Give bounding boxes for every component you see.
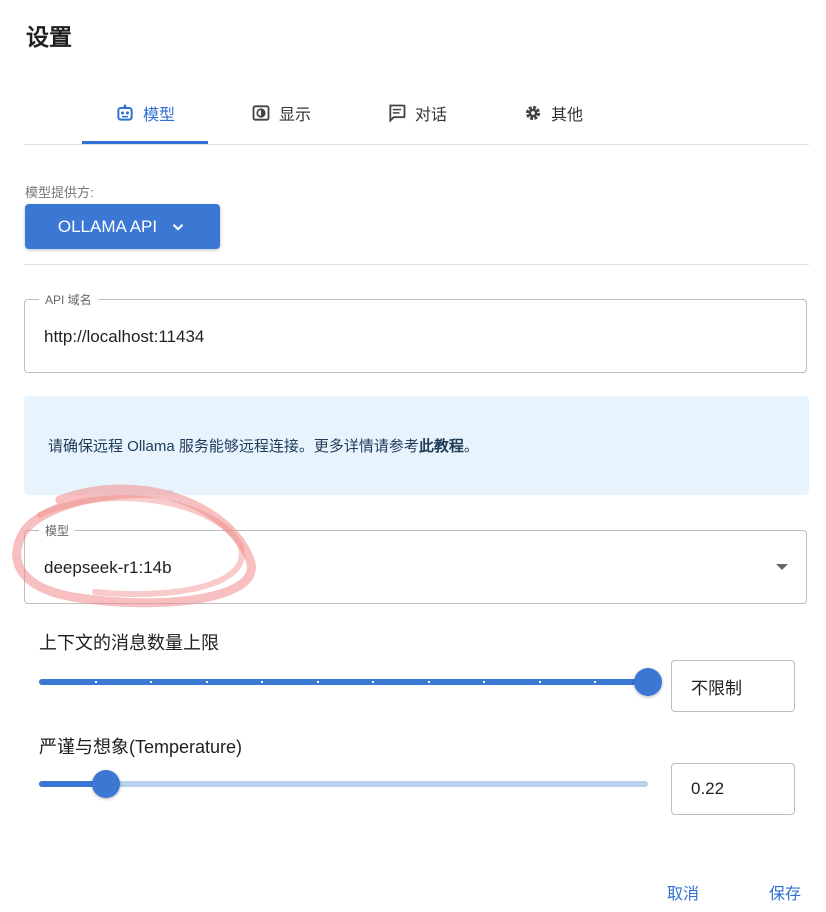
tab-label: 其他	[550, 107, 583, 124]
info-text: 请确保远程 Ollama 服务能够远程连接。更多详情请参考	[48, 438, 419, 455]
slider-tick-mark	[94, 681, 97, 683]
tab-label: 显示	[278, 107, 311, 124]
model-select[interactable]: 模型 deepseek-r1:14b	[24, 522, 807, 604]
slider-tick-mark	[427, 681, 430, 683]
model-legend: 模型	[39, 522, 76, 539]
slider-thumb[interactable]	[634, 668, 662, 696]
api-host-field[interactable]: API 域名 http://localhost:11434	[24, 291, 807, 373]
robot-icon	[117, 104, 133, 121]
slider-tick-mark	[150, 681, 152, 683]
dropdown-arrow-icon	[776, 564, 788, 570]
provider-dropdown-button[interactable]: OLLAMA API	[25, 204, 220, 249]
settings-tabs: 模型 显示 对话 其他	[24, 84, 809, 145]
slider-fill	[39, 679, 648, 685]
temperature-input[interactable]: 0.22	[671, 763, 795, 815]
slider-tick-mark	[538, 681, 541, 683]
tab-label: 模型	[142, 107, 175, 124]
slider-tick-mark	[594, 681, 596, 683]
page-title: 设置	[26, 24, 72, 50]
tab-display[interactable]: 显示	[218, 84, 344, 142]
divider	[24, 264, 809, 265]
tutorial-link[interactable]: 此教程	[419, 438, 464, 455]
display-icon	[252, 105, 270, 121]
slider-tick-mark	[205, 681, 208, 683]
provider-label: 模型提供方:	[25, 185, 94, 200]
api-host-input[interactable]: http://localhost:11434	[44, 327, 204, 347]
api-host-legend: API 域名	[39, 291, 98, 308]
gear-icon	[525, 105, 541, 121]
cancel-button[interactable]: 取消	[667, 880, 699, 904]
context-limit-input[interactable]: 不限制	[671, 660, 795, 712]
context-limit-value: 不限制	[691, 678, 742, 698]
info-suffix: 。	[463, 438, 479, 455]
tab-model[interactable]: 模型	[82, 84, 208, 144]
temperature-label: 严谨与想象(Temperature)	[39, 737, 243, 757]
chevron-down-icon	[172, 223, 184, 231]
slider-tick-mark	[316, 681, 319, 683]
temperature-value: 0.22	[691, 779, 725, 798]
slider-tick-mark	[261, 681, 263, 683]
tab-chat[interactable]: 对话	[354, 84, 480, 142]
temperature-slider[interactable]	[39, 770, 648, 798]
save-button[interactable]: 保存	[769, 880, 801, 904]
tab-label: 对话	[414, 107, 447, 124]
context-limit-slider[interactable]	[39, 668, 662, 696]
provider-value: OLLAMA API	[57, 216, 158, 236]
slider-thumb[interactable]	[91, 770, 120, 798]
slider-tick-mark	[372, 681, 374, 683]
slider-rail	[39, 781, 648, 787]
info-alert: 请确保远程 Ollama 服务能够远程连接。更多详情请参考此教程。	[24, 396, 809, 495]
chat-icon	[389, 104, 406, 123]
slider-tick-mark	[483, 681, 485, 683]
context-limit-label: 上下文的消息数量上限	[39, 633, 219, 653]
tab-other[interactable]: 其他	[490, 84, 616, 142]
model-value: deepseek-r1:14b	[44, 558, 172, 577]
